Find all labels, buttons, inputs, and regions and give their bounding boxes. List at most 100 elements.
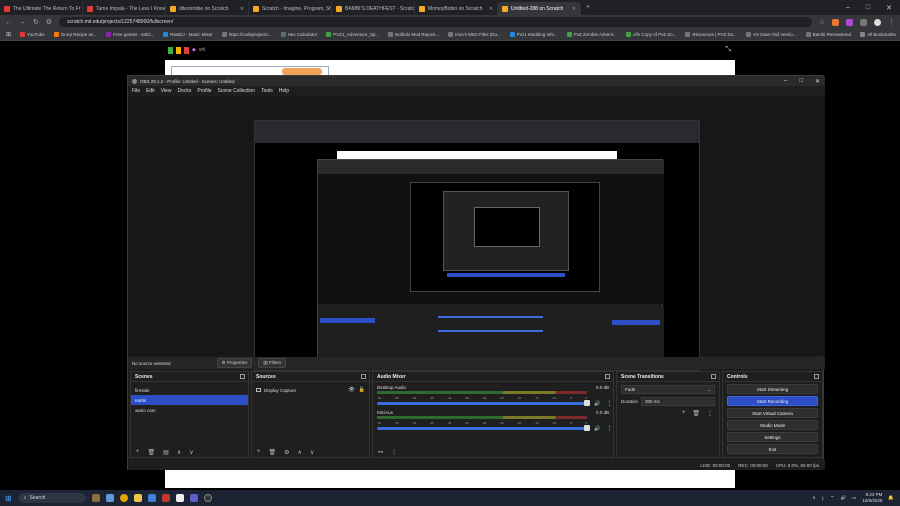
bookmark-item[interactable]: Free games - 64Di... — [106, 32, 154, 37]
bookmark-item[interactable]: Bolbolo Mod Reposi... — [388, 32, 439, 37]
notification-bell-icon[interactable]: 🔔 — [888, 495, 894, 501]
close-icon[interactable]: ✕ — [815, 78, 820, 85]
extensions-puzzle-icon[interactable] — [860, 18, 868, 26]
battery-icon[interactable]: ▭ — [852, 495, 856, 501]
minimize-icon[interactable]: – — [784, 78, 787, 85]
slider-handle[interactable] — [584, 425, 590, 431]
dock-undock-icon[interactable] — [361, 374, 366, 379]
exit-fullscreen-icon[interactable]: ⤡ — [725, 46, 731, 54]
file-explorer-icon[interactable] — [105, 494, 114, 502]
bookmark-item[interactable]: Groq! Recipe an... — [53, 32, 97, 37]
widget-icon[interactable] — [91, 494, 100, 502]
bookmark-item[interactable]: Irion's MIDI Files (Du... — [448, 32, 501, 37]
bookmark-item[interactable]: Resources | PVZ Do... — [685, 32, 737, 37]
exit-button[interactable]: Exit — [727, 444, 818, 454]
obs-taskbar-icon[interactable] — [203, 494, 212, 502]
menu-item[interactable]: View — [161, 88, 172, 94]
folder-icon[interactable] — [133, 494, 142, 502]
scene-item[interactable]: fireside — [131, 385, 248, 395]
add-icon[interactable]: + — [136, 449, 140, 455]
green-flag-icon[interactable] — [168, 46, 173, 54]
scene-item[interactable]: wario cam — [131, 405, 248, 415]
minimize-icon[interactable]: – — [846, 4, 850, 12]
maximize-icon[interactable]: □ — [799, 78, 803, 85]
chevron-up-icon[interactable]: ∧ — [812, 495, 815, 501]
settings-button[interactable]: Settings — [727, 432, 818, 442]
start-streaming-button[interactable]: Start Streaming — [727, 384, 818, 394]
volume-icon[interactable]: 🔊 — [840, 495, 846, 501]
taskbar-search[interactable]: ⌕ Search — [17, 493, 86, 503]
speaker-icon[interactable]: 🔊 — [594, 426, 600, 432]
stop-icon[interactable] — [184, 46, 189, 54]
browser-tab[interactable]: BAMBI'S DEATHFEST - Scratch✕ — [332, 2, 415, 15]
menu-item[interactable]: Tools — [261, 88, 273, 94]
bookmark-item[interactable]: Bambi Remastered — [805, 32, 851, 37]
app-icon[interactable] — [189, 494, 198, 502]
move-down-icon[interactable]: ∨ — [310, 449, 314, 456]
speaker-icon[interactable]: 🔊 — [594, 401, 600, 407]
filter-icon[interactable]: ▤ — [163, 449, 169, 456]
source-item[interactable]: Display Capture 👁 🔓 — [252, 385, 369, 395]
transition-select[interactable]: Fade ⌄ — [621, 385, 715, 394]
address-bar[interactable]: scratch.mit.edu/projects/1225748000/full… — [59, 17, 812, 27]
browser-tab[interactable]: Scratch - Imagine, Program, Sh✕ — [249, 2, 332, 15]
clock[interactable]: 8:24 PM 10/6/2025 — [862, 492, 882, 504]
slider-handle[interactable] — [584, 400, 590, 406]
menu-kebab-icon[interactable]: ⋮ — [606, 425, 612, 432]
obs-preview[interactable] — [128, 96, 825, 371]
apps-grid-icon[interactable]: ⊞ — [6, 31, 11, 38]
trash-icon[interactable]: 🗑 — [269, 449, 277, 456]
menu-kebab-icon[interactable]: ⋮ — [391, 449, 397, 456]
dock-undock-icon[interactable] — [605, 374, 610, 379]
dock-undock-icon[interactable] — [711, 374, 716, 379]
bookmark-item[interactable]: PVZ1_Adventure_Sp... — [326, 32, 379, 37]
trash-icon[interactable]: 🗑 — [692, 410, 700, 417]
volume-slider[interactable] — [377, 425, 590, 431]
move-up-icon[interactable]: ∧ — [298, 449, 302, 456]
profile-avatar[interactable] — [874, 18, 882, 26]
dock-undock-icon[interactable] — [814, 374, 819, 379]
browser-tab[interactable]: Tame Impala - The Less I Know✕ — [83, 2, 166, 15]
browser-tab[interactable]: Untitled-288 on Scratch ✕ — [498, 2, 581, 15]
studio-mode-button[interactable]: Studio Mode — [727, 420, 818, 430]
app-icon[interactable] — [161, 494, 170, 502]
add-icon[interactable]: + — [257, 449, 261, 455]
app-icon[interactable] — [175, 494, 184, 502]
menu-item[interactable]: Scene Collection — [218, 88, 256, 94]
maximize-icon[interactable]: □ — [866, 4, 870, 12]
link-icon[interactable]: ⚯ — [378, 449, 383, 456]
menu-kebab-icon[interactable]: ⋮ — [606, 400, 612, 407]
menu-item[interactable]: File — [132, 88, 140, 94]
menu-kebab-icon[interactable]: ⋮ — [707, 410, 713, 417]
close-icon[interactable]: ✕ — [886, 4, 892, 12]
gear-icon[interactable]: ⚙ — [284, 449, 289, 456]
move-down-icon[interactable]: ∨ — [189, 449, 193, 456]
tab-close-icon[interactable]: ✕ — [240, 6, 244, 12]
bookmark-item[interactable]: Hex Calculator — [280, 32, 317, 37]
menu-item[interactable]: Profile — [197, 88, 211, 94]
tab-close-icon[interactable]: ✕ — [489, 6, 493, 12]
bookmark-item[interactable]: c/fe Copy of PvZ Zo... — [625, 32, 676, 37]
start-virtual-camera-button[interactable]: Start Virtual Camera — [727, 408, 818, 418]
bookmark-item[interactable]: VS Dave Old Versio... — [746, 32, 797, 37]
pause-icon[interactable] — [176, 46, 181, 54]
extension-icon[interactable] — [832, 18, 840, 26]
visibility-eye-icon[interactable]: 👁 — [348, 387, 354, 393]
scene-item[interactable]: normi — [131, 395, 248, 405]
forward-icon[interactable]: → — [19, 19, 26, 26]
properties-button[interactable]: ⚙ Properties — [216, 358, 253, 368]
bookmark-item[interactable]: https://codeprojects... — [221, 32, 272, 37]
duration-input[interactable]: 300 ms — [641, 397, 715, 406]
move-up-icon[interactable]: ∧ — [177, 449, 181, 456]
bluetooth-icon[interactable]: ᛒ — [822, 496, 825, 501]
tab-close-icon[interactable]: ✕ — [572, 6, 576, 12]
edge-icon[interactable] — [147, 494, 156, 502]
windows-start-icon[interactable]: ⊞ — [5, 494, 12, 503]
extension-icon[interactable] — [846, 18, 854, 26]
lock-icon[interactable]: 🔓 — [359, 387, 365, 393]
browser-tab[interactable]: MomoyBobio on Scratch ✕ — [415, 2, 498, 15]
bookmark-item[interactable]: Pvz1 Modding Info... — [509, 32, 558, 37]
volume-slider[interactable] — [377, 400, 590, 406]
filters-button[interactable]: ▥ Filters — [258, 358, 287, 368]
new-tab-button[interactable]: + — [581, 4, 595, 11]
